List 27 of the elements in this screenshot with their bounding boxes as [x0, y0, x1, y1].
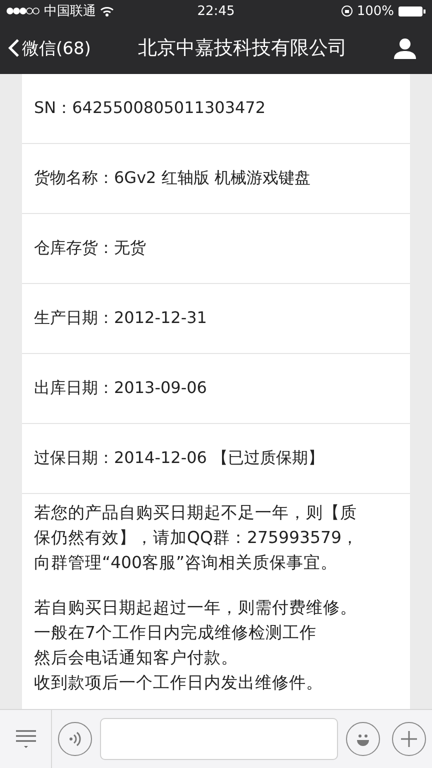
carrier-name: 中国联通	[44, 3, 96, 20]
info-text: 货物名称：6Gv2 红轴版 机械游戏键盘	[34, 168, 310, 189]
info-text: SN：6425500805011303472	[34, 98, 266, 119]
back-link[interactable]: 微信(68)	[8, 36, 91, 60]
message-input[interactable]	[100, 718, 338, 760]
rotation-lock-icon	[340, 5, 353, 17]
voice-button[interactable]	[58, 722, 92, 756]
sound-wave-icon	[68, 731, 82, 747]
info-text: 出库日期：2013-09-06	[34, 378, 207, 399]
plus-button[interactable]	[392, 722, 426, 756]
menu-icon	[14, 728, 38, 750]
info-text: 生产日期：2012-12-31	[34, 308, 207, 329]
plus-icon	[400, 730, 418, 748]
back-label[interactable]: 微信(68)	[22, 36, 91, 60]
notice-paragraph: 若您的产品自购买日期起不足一年，则【质 保仍然有效】，请加QQ群：275993579， 向群管理“400客服”咨询相关质保事宜。	[33, 502, 360, 574]
wifi-icon	[100, 6, 114, 16]
info-text: 仓库存货：无货	[34, 238, 146, 259]
info-text: 过保日期：2014-12-06 【已过质保期】	[34, 448, 324, 469]
emoji-button[interactable]	[346, 722, 380, 756]
signal-icon	[6, 7, 40, 15]
battery-percent: 100%	[356, 4, 394, 18]
chat-title: 北京中嘉技科技有限公司	[136, 36, 348, 61]
battery-icon	[398, 6, 426, 16]
person-icon[interactable]	[394, 37, 416, 59]
chevron-left-icon	[8, 38, 20, 58]
status-time: 22:45	[197, 4, 235, 18]
notice-paragraph: 若自购买日期起超过一年，则需付费维修。 一般在7个工作日内完成维修检测工作 然后会电话通知客户付款。 收到款项后一个工作日内发出维修件。	[33, 597, 358, 694]
